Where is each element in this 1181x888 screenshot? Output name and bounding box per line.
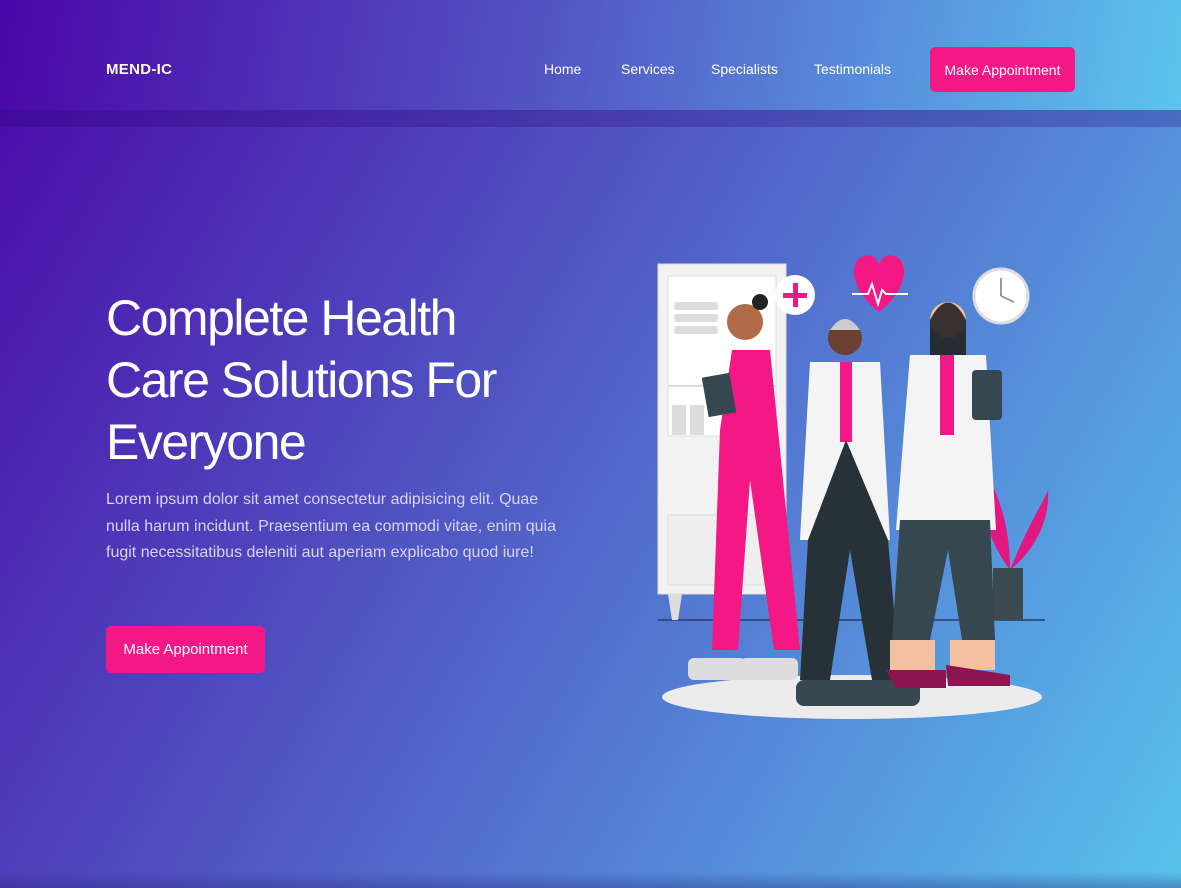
page-bottom-shade (0, 872, 1181, 888)
speech-bubble-plus-icon (775, 275, 815, 315)
header-shadow (0, 110, 1181, 127)
hero-title-line: Everyone (106, 414, 307, 470)
nav-services[interactable]: Services (621, 61, 675, 77)
nav-home[interactable]: Home (544, 61, 581, 77)
medical-team-illustration (657, 255, 1049, 719)
header-make-appointment-button[interactable]: Make Appointment (930, 47, 1075, 92)
hero-title-line: Complete Health (106, 290, 457, 346)
heart-pulse-icon (852, 255, 908, 312)
hero-description: Lorem ipsum dolor sit amet consectetur a… (106, 491, 557, 561)
hero-make-appointment-button[interactable]: Make Appointment (106, 626, 265, 673)
nav-specialists[interactable]: Specialists (711, 61, 778, 77)
clock-icon (972, 267, 1030, 325)
nav-testimonials[interactable]: Testimonials (814, 61, 891, 77)
logo[interactable]: MEND-IC (106, 61, 172, 78)
hero-title-line: Care Solutions For (106, 352, 497, 408)
female-doctor-figure (886, 302, 1010, 688)
hero-title: Complete Health Care Solutions For Every… (106, 287, 566, 473)
site-header: MEND-IC Home Services Specialists Testim… (0, 0, 1181, 110)
